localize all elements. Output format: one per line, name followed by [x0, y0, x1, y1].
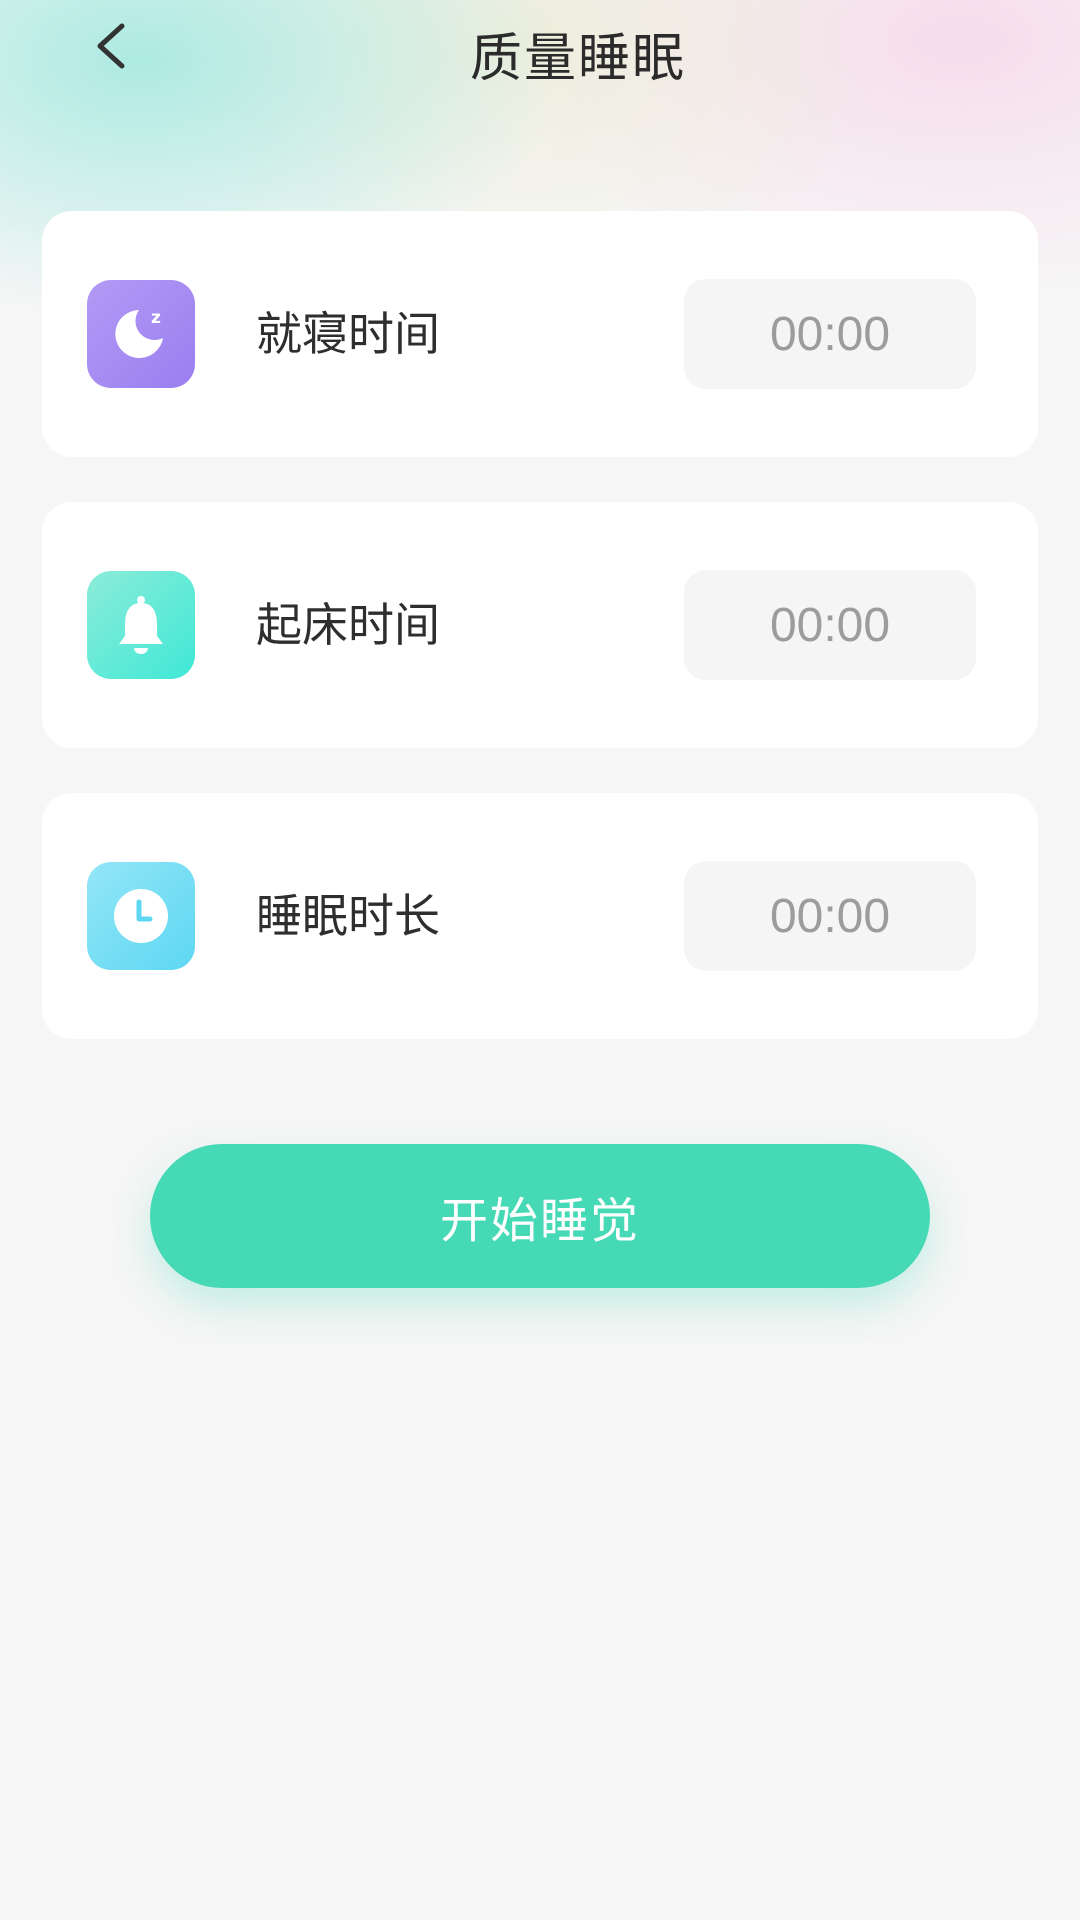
back-button[interactable] [80, 14, 144, 78]
duration-card: 睡眠时长 00:00 [42, 793, 1038, 1039]
moon-icon-tile: z [87, 280, 195, 388]
duration-label: 睡眠时长 [256, 889, 440, 943]
wakeup-card: 起床时间 00:00 [42, 502, 1038, 748]
bedtime-label: 就寝时间 [256, 307, 440, 361]
wakeup-label: 起床时间 [256, 598, 440, 652]
start-sleep-button[interactable]: 开始睡觉 [150, 1144, 930, 1288]
clock-icon [114, 889, 168, 943]
bell-icon [119, 596, 163, 654]
sleep-quality-screen: 质量睡眠 z 就寝时间 00:00 起床时间 00:00 睡眠时长 00:00 … [0, 0, 1080, 1920]
page-title: 质量睡眠 [469, 29, 686, 89]
wakeup-picker[interactable]: 00:00 [684, 570, 976, 680]
header: 质量睡眠 [0, 0, 1080, 110]
duration-value[interactable]: 00:00 [684, 861, 976, 971]
bedtime-card: z 就寝时间 00:00 [42, 211, 1038, 457]
svg-text:z: z [151, 308, 161, 328]
bedtime-picker[interactable]: 00:00 [684, 279, 976, 389]
chevron-left-icon [97, 23, 125, 69]
bell-icon-tile [87, 571, 195, 679]
clock-icon-tile [87, 862, 195, 970]
moon-icon: z [115, 308, 163, 358]
